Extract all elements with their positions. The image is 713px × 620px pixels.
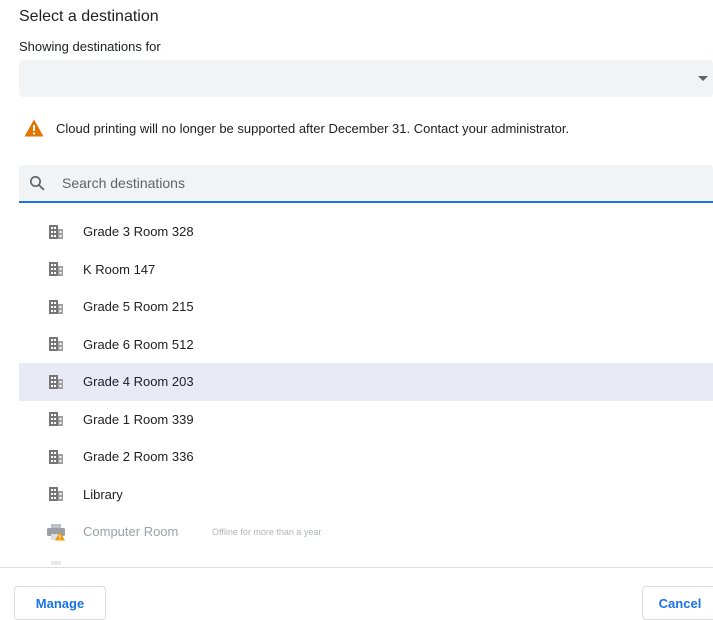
footer-divider [0, 567, 713, 568]
dialog-title: Select a destination [19, 8, 159, 25]
business-icon [49, 487, 63, 502]
business-icon [49, 412, 63, 427]
dropdown-arrow-icon[interactable] [698, 76, 708, 81]
destination-item[interactable]: Grade 3 Room 328 [19, 213, 713, 251]
cancel-button[interactable]: Cancel [642, 586, 713, 620]
destination-name: K Room 147 [83, 261, 156, 277]
destination-name: Grade 5 Room 215 [83, 299, 194, 315]
account-select[interactable] [19, 60, 713, 97]
warning-message: Cloud printing will no longer be support… [56, 120, 570, 136]
cloud-print-warning: Cloud printing will no longer be support… [24, 118, 569, 138]
destination-item[interactable]: Grade 5 Room 215 [19, 288, 713, 326]
destination-item-offline[interactable]: Computer Room Offline for more than a ye… [19, 513, 713, 551]
destination-list: Grade 3 Room 328 K Room 147 Grade 5 Room… [19, 213, 713, 565]
destination-name: Computer Room [83, 524, 179, 540]
destination-name: Grade 3 Room 328 [83, 224, 194, 240]
destination-item[interactable]: Grade 6 Room 512 [19, 326, 713, 364]
printer-offline-icon [47, 523, 65, 541]
business-icon [49, 449, 63, 464]
search-icon [30, 176, 45, 191]
business-icon [49, 224, 63, 239]
destination-name: Grade 6 Room 512 [83, 336, 194, 352]
destination-name: Grade 1 Room 339 [83, 411, 194, 427]
business-icon [49, 262, 63, 277]
manage-button[interactable]: Manage [14, 586, 106, 620]
showing-destinations-label: Showing destinations for [19, 39, 161, 54]
destination-item[interactable]: Library [19, 476, 713, 514]
printer-icon [51, 561, 61, 565]
destination-status: Offline for more than a year [212, 526, 322, 537]
destination-name: Library [83, 486, 123, 502]
destination-item[interactable]: Grade 1 Room 339 [19, 401, 713, 439]
business-icon [49, 337, 63, 352]
destination-name: Grade 4 Room 203 [83, 374, 194, 390]
business-icon [49, 299, 63, 314]
warning-icon [24, 119, 44, 137]
destination-item-partial[interactable] [19, 551, 713, 565]
search-destinations-input[interactable] [62, 165, 662, 201]
destination-item[interactable]: Grade 2 Room 336 [19, 438, 713, 476]
search-box[interactable] [19, 165, 713, 203]
destination-item[interactable]: K Room 147 [19, 251, 713, 289]
destination-item-selected[interactable]: Grade 4 Room 203 [19, 363, 713, 401]
destination-name: Grade 2 Room 336 [83, 449, 194, 465]
business-icon [49, 374, 63, 389]
